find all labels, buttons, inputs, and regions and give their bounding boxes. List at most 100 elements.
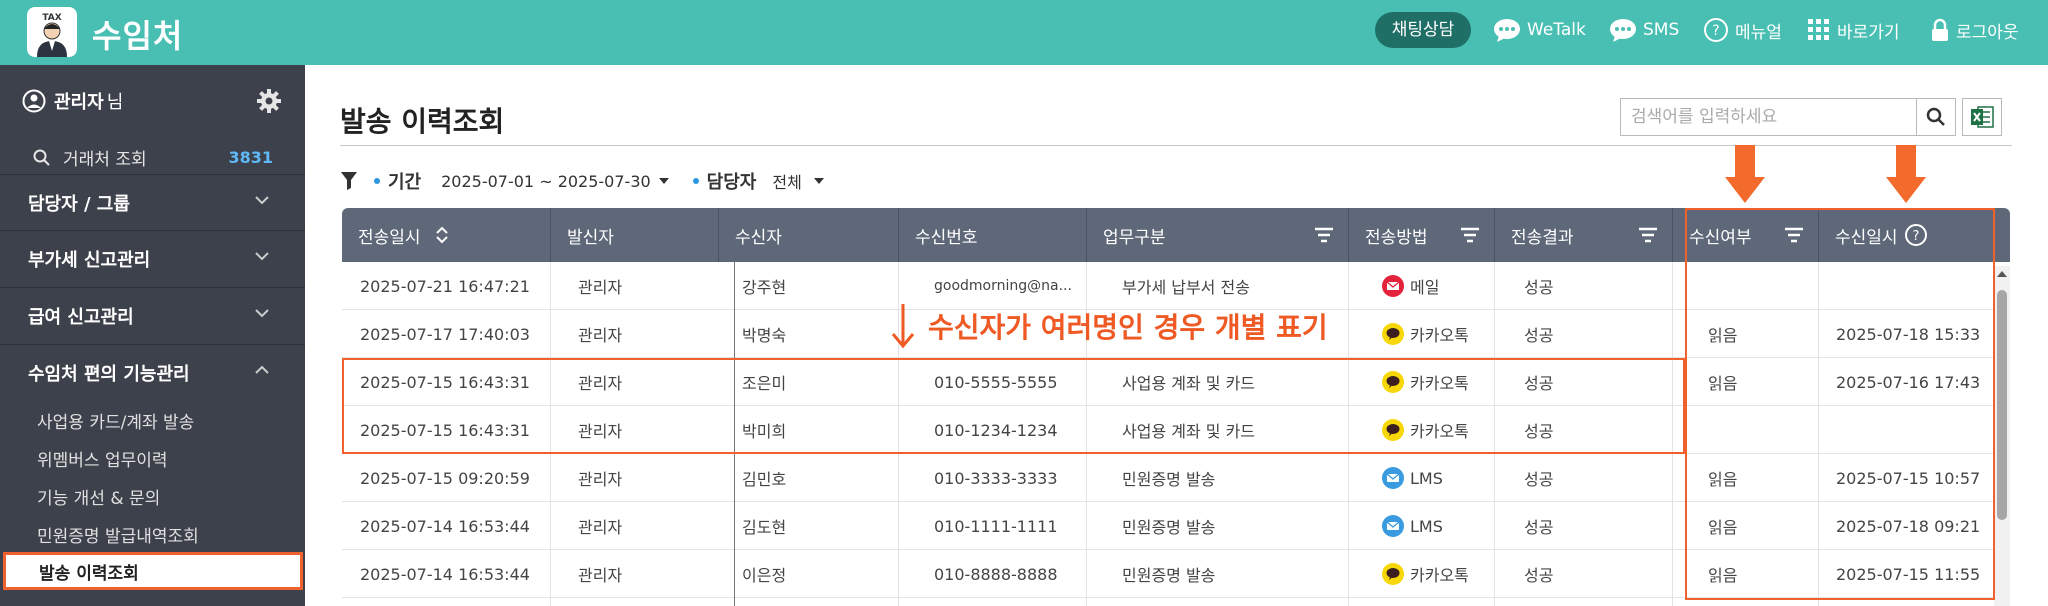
table-row[interactable]: 2025-07-15 16:43:31 관리자 조은미 010-5555-5555 사업… — [342, 358, 2002, 406]
admin-name: 관리자 — [54, 92, 104, 113]
mail-icon — [1382, 275, 1404, 297]
method-label: 카카오톡 — [1410, 326, 1469, 345]
bullet-dot — [374, 178, 380, 184]
cell-number: 010-5555-5555 — [934, 372, 1058, 392]
table-row[interactable]: 2025-07-15 09:20:59 관리자 김민호 010-3333-3333 민원… — [342, 454, 2002, 502]
submenu-card-account[interactable]: 사업용 카드/계좌 발송 — [37, 408, 194, 433]
search-button[interactable] — [1916, 98, 1956, 136]
cell-sent-at: 2025-07-14 16:53:44 — [360, 516, 530, 536]
sort-icon[interactable] — [435, 226, 449, 244]
grid-icon — [1807, 18, 1831, 42]
col-method: 전송방법 — [1348, 208, 1494, 262]
method-label: 카카오톡 — [1410, 422, 1469, 441]
cell-method: 카카오톡 — [1382, 406, 1469, 454]
search-icon — [1926, 107, 1945, 126]
cell-recipient: 김도현 — [742, 518, 787, 537]
submenu-send-history[interactable]: 발송 이력조회 — [3, 552, 303, 590]
cell-method: LMS — [1382, 502, 1443, 550]
lms-icon — [1382, 515, 1404, 537]
lock-icon — [1930, 18, 1950, 42]
cell-sender: 관리자 — [578, 470, 623, 489]
method-label: 카카오톡 — [1410, 374, 1469, 393]
period-select[interactable]: 2025-07-01 ~ 2025-07-30 — [441, 172, 669, 191]
period-label: 기간 — [388, 172, 422, 193]
cell-task: 민원증명 발송 — [1122, 566, 1216, 585]
gear-icon[interactable] — [256, 88, 282, 118]
table-row[interactable]: 2025-07-14 16:53:44 관리자 이은정 010-8888-8888 민원… — [342, 550, 2002, 598]
kakaotalk-icon — [1382, 419, 1404, 441]
submenu-feedback[interactable]: 기능 개선 & 문의 — [37, 484, 160, 509]
cell-task: 사업용 계좌 및 카드 — [1122, 422, 1256, 441]
menu-group-manager[interactable]: 담당자 / 그룹 — [0, 174, 305, 230]
column-divider — [1818, 262, 1819, 606]
manual-label: 메뉴얼 — [1735, 22, 1782, 43]
menu-group-label: 담당자 / 그룹 — [28, 193, 130, 215]
col-label: 수신일시 — [1835, 227, 1898, 248]
cell-sent-at: 2025-07-15 16:43:31 — [360, 420, 530, 440]
cell-read: 읽음 — [1708, 374, 1738, 393]
help-circle-icon[interactable]: ? — [1904, 223, 1928, 247]
cell-sent-at: 2025-07-15 16:43:31 — [360, 372, 530, 392]
cell-result: 성공 — [1524, 326, 1554, 345]
column-divider — [550, 262, 551, 606]
top-header: TAX 수임처 채팅상담 WeTalk SMS ? 메뉴얼 바로가기 로그아웃 — [0, 0, 2048, 65]
scroll-up-icon[interactable] — [1994, 267, 2010, 281]
menu-group-payroll[interactable]: 급여 신고관리 — [0, 287, 305, 343]
submenu-certificate[interactable]: 민원증명 발급내역조회 — [37, 522, 199, 547]
column-divider — [1494, 262, 1495, 606]
cell-recipient: 이은정 — [742, 566, 787, 585]
chat-bubble-icon — [1493, 18, 1521, 42]
col-label: 전송방법 — [1365, 227, 1428, 248]
search-input[interactable] — [1620, 98, 1917, 136]
cell-method: 카카오톡 — [1382, 550, 1469, 598]
cell-recipient: 조은미 — [742, 374, 787, 393]
chat-consult-button[interactable]: 채팅상담 — [1375, 12, 1471, 48]
menu-group-convenience[interactable]: 수임처 편의 기능관리 — [0, 344, 305, 400]
col-sent-at[interactable]: 전송일시 — [342, 208, 550, 262]
col-read-at: 수신일시 ? — [1818, 208, 2010, 262]
col-label: 수신자 — [735, 227, 782, 248]
menu-group-vat[interactable]: 부가세 신고관리 — [0, 230, 305, 286]
cell-method: 카카오톡 — [1382, 358, 1469, 406]
wetalk-link[interactable]: WeTalk — [1493, 12, 1586, 48]
cell-read-at: 2025-07-15 11:55 — [1836, 564, 1981, 584]
annotation-note: 수신자가 여러명인 경우 개별 표기 — [888, 302, 1328, 350]
app-logo[interactable]: TAX — [27, 7, 77, 57]
kakaotalk-icon — [1382, 563, 1404, 585]
caret-down-icon — [813, 178, 824, 184]
cell-sent-at: 2025-07-14 16:53:44 — [360, 564, 530, 584]
cell-sent-at: 2025-07-15 09:20:59 — [360, 468, 530, 488]
sms-link[interactable]: SMS — [1609, 12, 1679, 48]
user-icon — [22, 89, 46, 113]
manager-select[interactable]: 전체 — [772, 169, 824, 193]
cell-sender: 관리자 — [578, 326, 623, 345]
cell-task: 민원증명 발송 — [1122, 470, 1216, 489]
filter-lines-icon[interactable] — [1314, 227, 1334, 243]
manual-link[interactable]: ? 메뉴얼 — [1703, 12, 1782, 48]
submenu-wemembers[interactable]: 위멤버스 업무이력 — [37, 446, 168, 471]
scrollbar-thumb[interactable] — [1997, 290, 2007, 520]
annotation-text: 수신자가 여러명인 경우 개별 표기 — [928, 311, 1328, 344]
chevron-up-icon — [255, 365, 269, 374]
filter-lines-icon[interactable] — [1460, 227, 1480, 243]
cell-read-at — [1836, 406, 2006, 454]
cell-result: 성공 — [1524, 374, 1554, 393]
client-search-label: 거래처 조회 — [63, 150, 147, 170]
filter-lines-icon[interactable] — [1784, 227, 1804, 243]
col-label: 수신번호 — [915, 227, 978, 248]
table-row[interactable]: 2025-07-14 16:53:44 관리자 김도현 010-1111-1111 민원… — [342, 502, 2002, 550]
logo-text: TAX — [42, 13, 61, 23]
caret-down-icon — [658, 178, 669, 184]
column-divider — [1672, 262, 1673, 606]
table-row[interactable]: 2025-07-15 16:43:31 관리자 박미희 010-1234-1234 사업… — [342, 406, 2002, 454]
cell-result: 성공 — [1524, 470, 1554, 489]
cell-number: 010-3333-3333 — [934, 468, 1058, 488]
lms-icon — [1382, 467, 1404, 489]
client-search-link[interactable]: 거래처 조회 3831 — [33, 145, 273, 170]
app-title: 수임처 — [92, 17, 184, 55]
col-label: 전송일시 — [358, 227, 421, 248]
excel-download-button[interactable] — [1962, 98, 2002, 136]
filter-lines-icon[interactable] — [1638, 227, 1658, 243]
logout-link[interactable]: 로그아웃 — [1930, 12, 2019, 48]
shortcut-link[interactable]: 바로가기 — [1807, 12, 1900, 48]
